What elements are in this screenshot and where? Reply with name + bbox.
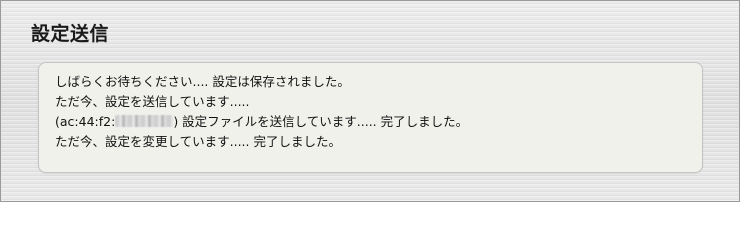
file-sent-text: ) 設定ファイルを送信しています..... 完了しました。 [173,114,469,129]
status-message-file-sent: (ac:44:f2: ) 設定ファイルを送信しています..... 完了しました。 [55,112,686,132]
page-title: 設定送信 [31,23,110,45]
redacted-mac-address [115,115,174,127]
status-message-panel: しばらくお待ちください.... 設定は保存されました。 ただ今、設定を送信してい… [38,62,703,173]
mac-address-prefix: (ac:44:f2: [55,114,116,129]
status-message-changed: ただ今、設定を変更しています..... 完了しました。 [55,134,341,149]
status-message-sending: ただ今、設定を送信しています..... [55,94,250,109]
status-message-saved: しばらくお待ちください.... 設定は保存されました。 [55,74,350,89]
settings-transfer-page: 設定送信 しばらくお待ちください.... 設定は保存されました。 ただ今、設定を… [0,0,740,202]
